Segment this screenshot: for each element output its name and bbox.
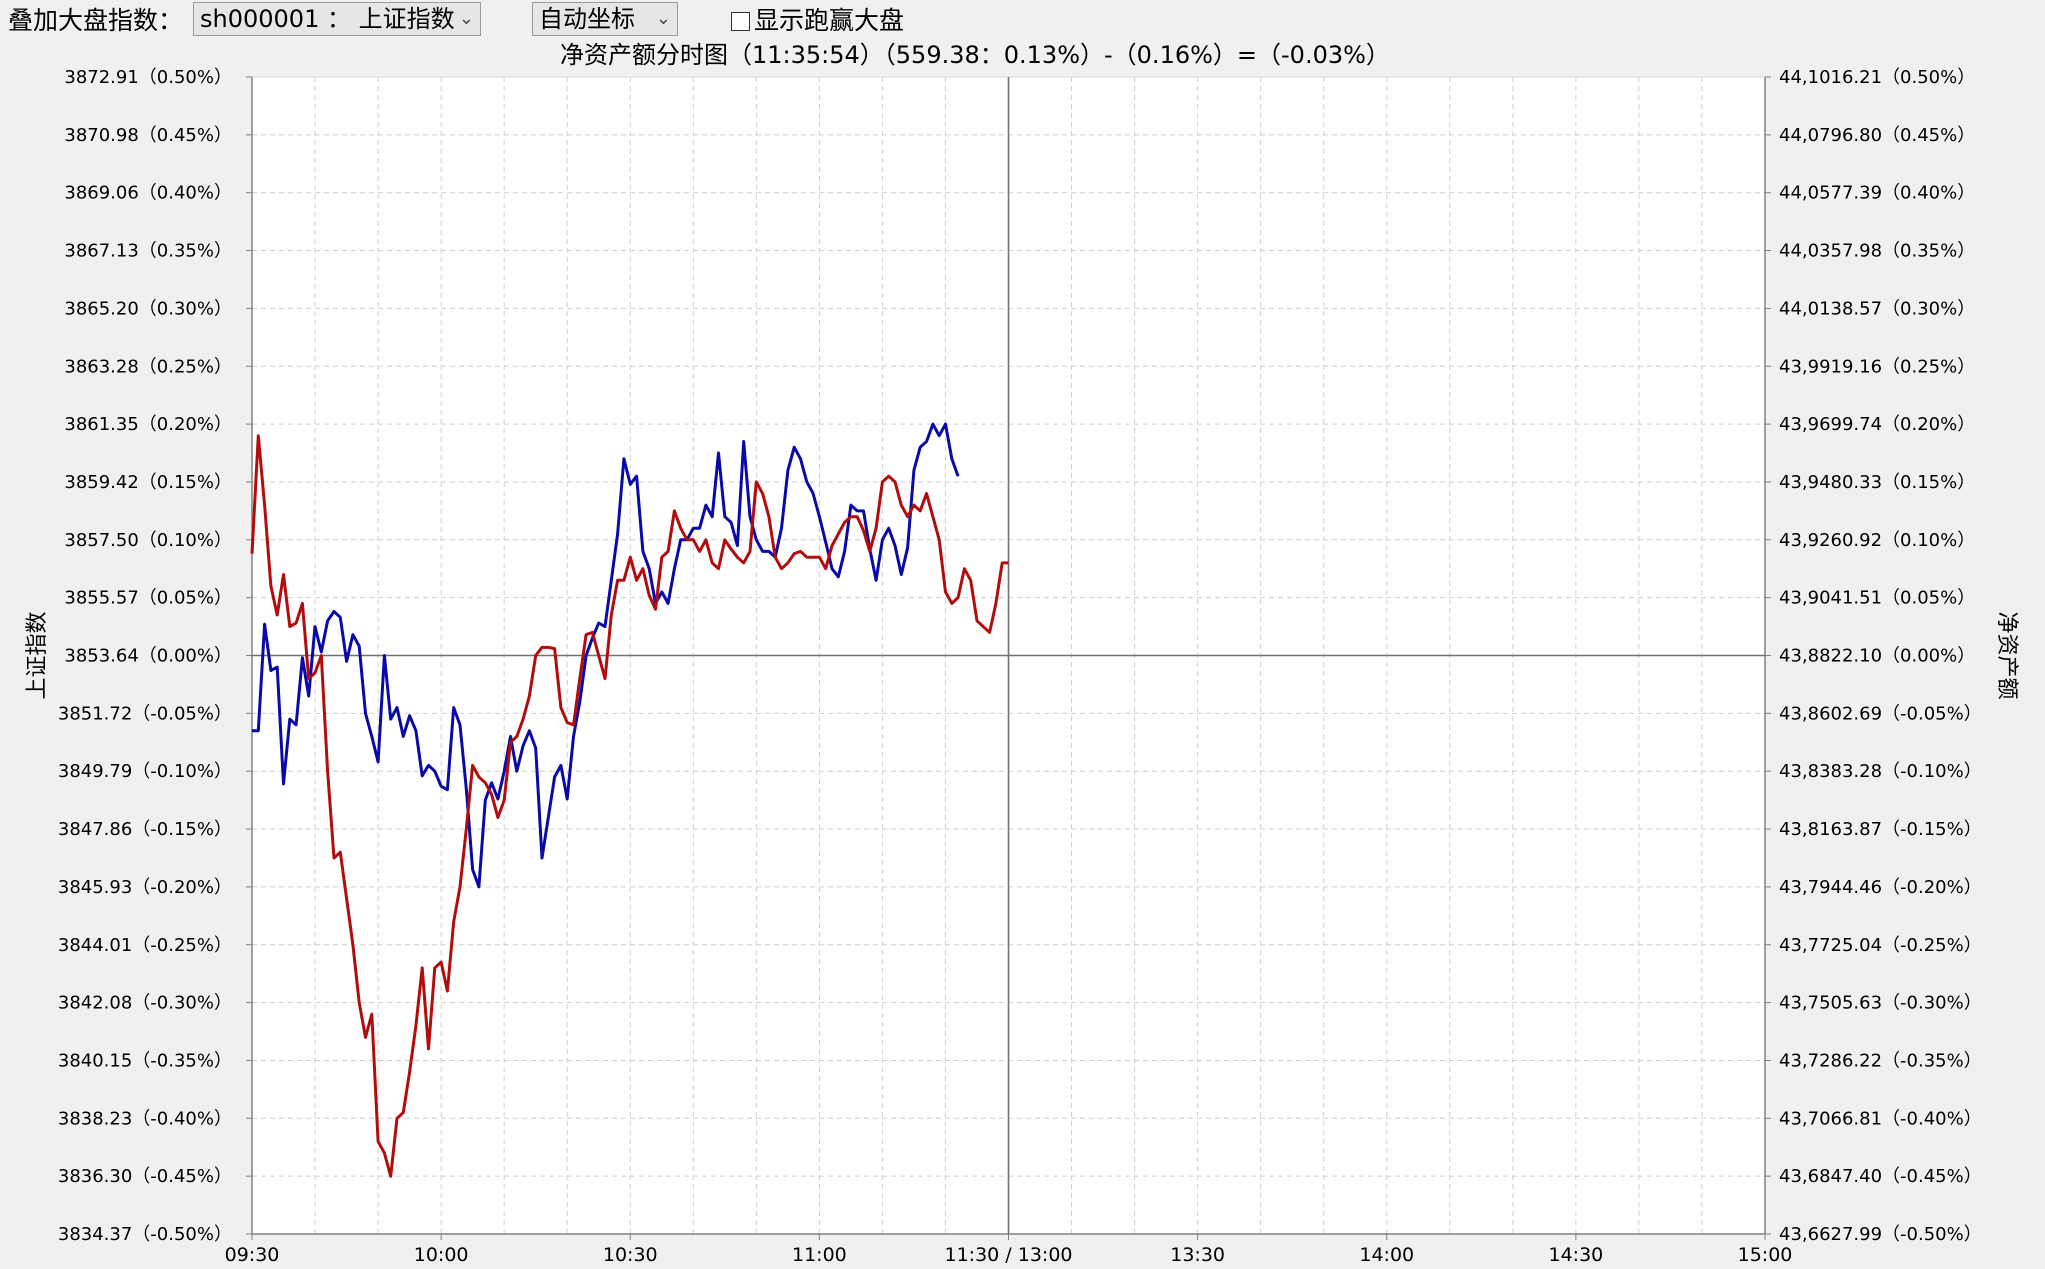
- right-axis-title: 净资产额: [1994, 611, 2019, 699]
- left-tick-label: 3853.64（0.00%）: [64, 646, 232, 667]
- left-tick-label: 3842.08（-0.30%）: [58, 993, 232, 1014]
- left-tick-label: 3867.13（0.35%）: [64, 241, 232, 262]
- right-tick-label: 44,1016.21（0.50%）: [1779, 67, 1975, 88]
- left-tick-label: 3861.35（0.20%）: [64, 414, 232, 435]
- x-tick-label: 14:00: [1359, 1244, 1414, 1266]
- right-tick-label: 43,9260.92（0.10%）: [1779, 530, 1975, 551]
- left-tick-label: 3855.57（0.05%）: [64, 588, 232, 609]
- left-tick-label: 3849.79（-0.10%）: [58, 761, 232, 782]
- right-tick-label: 43,8383.28（-0.10%）: [1779, 761, 1982, 782]
- x-tick-label: 11:30 / 13:00: [945, 1244, 1073, 1266]
- x-tick-label: 11:00: [792, 1244, 847, 1266]
- x-tick-label: 13:30: [1170, 1244, 1225, 1266]
- intraday-chart[interactable]: 3872.91（0.50%） 44,1016.21（0.50%） 3870.98（0…: [0, 0, 2045, 1269]
- left-tick-label: 3851.72（-0.05%）: [58, 703, 232, 724]
- left-tick-label: 3872.91（0.50%）: [64, 67, 232, 88]
- right-tick-label: 43,8602.69（-0.05%）: [1779, 703, 1982, 724]
- right-tick-label: 43,9919.16（0.25%）: [1779, 356, 1975, 377]
- right-tick-label: 43,8163.87（-0.15%）: [1779, 819, 1982, 840]
- right-tick-label: 43,9480.33（0.15%）: [1779, 472, 1975, 493]
- left-tick-label: 3838.23（-0.40%）: [58, 1108, 232, 1129]
- x-tick-label: 10:30: [603, 1244, 658, 1266]
- right-tick-label: 44,0138.57（0.30%）: [1779, 298, 1975, 319]
- x-tick-label: 15:00: [1738, 1244, 1793, 1266]
- left-tick-label: 3834.37（-0.50%）: [58, 1224, 232, 1245]
- right-tick-label: 43,7066.81（-0.40%）: [1779, 1108, 1982, 1129]
- right-tick-label: 44,0796.80（0.45%）: [1779, 125, 1975, 146]
- left-tick-label: 3863.28（0.25%）: [64, 356, 232, 377]
- left-tick-label: 3865.20（0.30%）: [64, 298, 232, 319]
- right-tick-label: 43,6847.40（-0.45%）: [1779, 1166, 1982, 1187]
- right-tick-label: 43,7944.46（-0.20%）: [1779, 877, 1982, 898]
- left-tick-label: 3840.15（-0.35%）: [58, 1050, 232, 1071]
- x-tick-label: 14:30: [1548, 1244, 1603, 1266]
- left-tick-label: 3870.98（0.45%）: [64, 125, 232, 146]
- left-tick-label: 3845.93（-0.20%）: [58, 877, 232, 898]
- left-axis-title: 上证指数: [25, 611, 50, 699]
- x-tick-label: 09:30: [225, 1244, 280, 1266]
- x-tick-label: 10:00: [414, 1244, 469, 1266]
- right-tick-label: 43,7286.22（-0.35%）: [1779, 1050, 1982, 1071]
- left-tick-label: 3859.42（0.15%）: [64, 472, 232, 493]
- left-tick-label: 3836.30（-0.45%）: [58, 1166, 232, 1187]
- right-tick-label: 43,8822.10（0.00%）: [1779, 646, 1975, 667]
- right-tick-label: 43,9699.74（0.20%）: [1779, 414, 1975, 435]
- right-tick-label: 43,6627.99（-0.50%）: [1779, 1224, 1982, 1245]
- right-tick-label: 44,0357.98（0.35%）: [1779, 241, 1975, 262]
- left-tick-label: 3844.01（-0.25%）: [58, 935, 232, 956]
- right-tick-label: 44,0577.39（0.40%）: [1779, 183, 1975, 204]
- right-tick-label: 43,7725.04（-0.25%）: [1779, 935, 1982, 956]
- left-tick-label: 3857.50（0.10%）: [64, 530, 232, 551]
- left-tick-label: 3847.86（-0.15%）: [58, 819, 232, 840]
- right-tick-label: 43,9041.51（0.05%）: [1779, 588, 1975, 609]
- right-tick-label: 43,7505.63（-0.30%）: [1779, 993, 1982, 1014]
- left-tick-label: 3869.06（0.40%）: [64, 183, 232, 204]
